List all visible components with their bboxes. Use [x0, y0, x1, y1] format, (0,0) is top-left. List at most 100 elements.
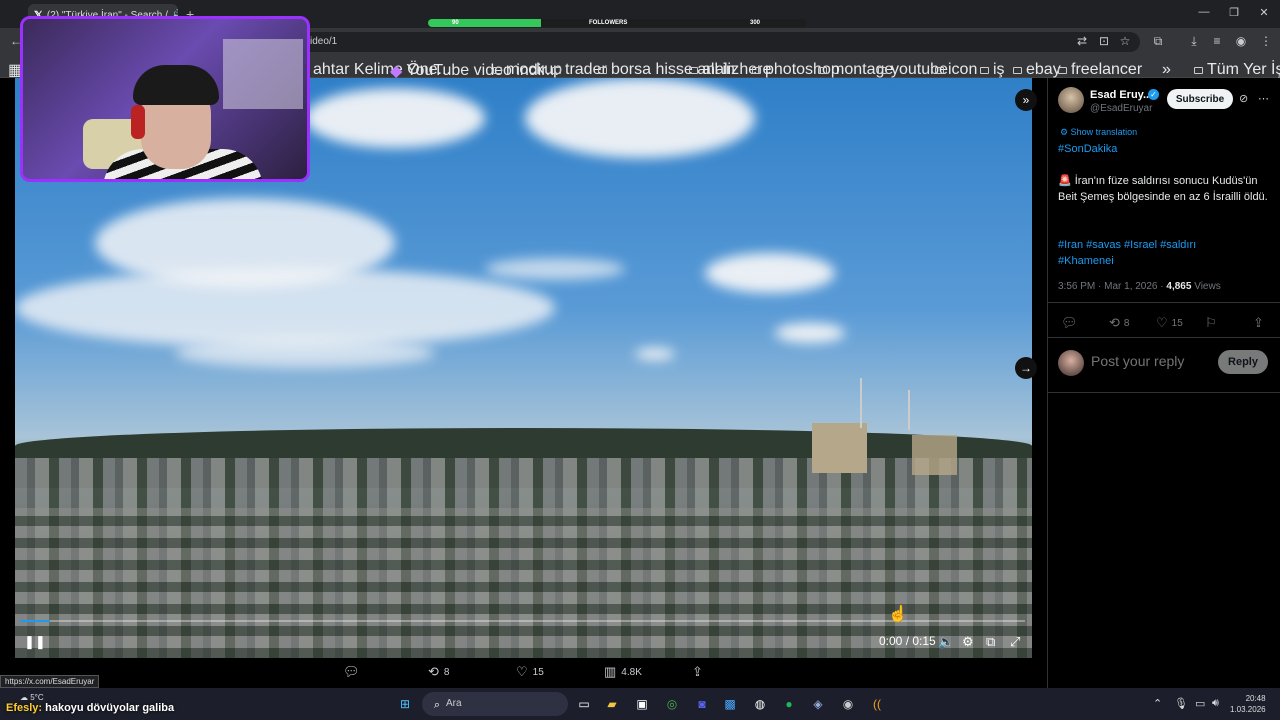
divider [1047, 392, 1280, 393]
hashtag-links[interactable]: #Iran #savas #Israel #saldırı [1058, 237, 1273, 253]
spotify-icon[interactable]: ● [779, 694, 799, 714]
share-icon: ⇪ [1253, 315, 1264, 330]
folder-icon [935, 66, 944, 74]
folder-icon [493, 66, 502, 74]
hashtag-link[interactable]: #Khamenei [1058, 253, 1273, 269]
bookmark-folder[interactable]: icon [935, 61, 977, 79]
fullscreen-icon[interactable]: ⤢ [1010, 634, 1020, 650]
menu-icon[interactable]: ⋮ [1258, 34, 1274, 48]
tower-building [812, 423, 867, 473]
divider [1047, 337, 1280, 338]
all-bookmarks-folder[interactable]: Tüm Yer İşaretleri [1194, 61, 1280, 79]
settings-gear-icon[interactable]: ⚙ [962, 634, 974, 650]
file-explorer-icon[interactable]: ▰ [602, 694, 622, 714]
reply-button[interactable]: Reply [1218, 350, 1268, 374]
author-name[interactable]: Esad Eruy... [1090, 89, 1152, 101]
mouse-cursor-icon: ☝ [888, 606, 908, 623]
video-timecode: 0:00 / 0:15 [879, 634, 936, 648]
folder-icon [1194, 66, 1203, 74]
bookmark-folder[interactable]: iş [980, 61, 1005, 79]
repost-icon: ⟲ [1109, 315, 1120, 330]
tweet-meta: 3:56 PM · Mar 1, 2026 · 4,865 Views [1058, 281, 1221, 292]
tweet-reply-button[interactable]: 💬︎ [1061, 315, 1078, 331]
bar-chart-icon: ▥ [604, 664, 617, 679]
background-shelf [223, 39, 303, 109]
collapse-panel-icon[interactable]: » [1015, 89, 1037, 111]
repost-action[interactable]: ⟲ 8 [428, 664, 449, 680]
task-view-icon[interactable]: ▭ [574, 694, 594, 714]
weather-widget[interactable]: ☁ 5°C [20, 693, 44, 702]
translate-icon[interactable]: ⇄ [1074, 34, 1090, 48]
folder-icon [1013, 66, 1022, 74]
download-icon[interactable]: ⤓ [1186, 34, 1202, 49]
cloud [775, 323, 845, 343]
like-action[interactable]: ♡ 15 [516, 664, 544, 680]
cloud [705, 253, 835, 293]
stream-goal-right-count: 300 [750, 20, 761, 26]
share-action[interactable]: ⇪ [692, 664, 703, 680]
taskbar-clock[interactable]: 20:48 1.03.2026 [1230, 693, 1266, 715]
extensions-icon[interactable]: ⧉ [1150, 34, 1166, 49]
author-avatar[interactable] [1058, 87, 1084, 113]
bookmarks-overflow-icon[interactable]: » [1162, 61, 1171, 79]
folder-icon [1058, 66, 1067, 74]
weather-icon: ☁ [20, 693, 28, 702]
chrome-icon[interactable]: ◎ [662, 694, 682, 714]
microphone-icon[interactable]: 🎙︎ [1174, 697, 1188, 710]
photos-icon[interactable]: ▩ [720, 694, 740, 714]
tray-overflow-icon[interactable]: ⌃ [1153, 697, 1162, 710]
window-close-icon[interactable]: ✕ [1256, 6, 1272, 19]
subscribe-button[interactable]: Subscribe [1167, 89, 1233, 109]
cloud [485, 258, 625, 280]
steam-icon[interactable]: ◍ [750, 694, 770, 714]
repost-icon: ⟲ [428, 664, 439, 679]
hair [133, 65, 219, 105]
verified-badge-icon: ✓ [1148, 89, 1159, 100]
views-action[interactable]: ▥ 4.8K [604, 664, 642, 680]
folder-icon [752, 66, 761, 74]
install-icon[interactable]: ⊡ [1096, 34, 1112, 48]
grok-icon[interactable]: ⊘ [1239, 92, 1248, 105]
app-icon[interactable]: ◈ [808, 694, 828, 714]
cloud [15, 268, 555, 348]
tweet-repost-button[interactable]: ⟲ 8 [1109, 315, 1129, 331]
stream-goal-left-count: 90 [452, 20, 459, 26]
bookmark-folder[interactable]: ebay [1013, 61, 1061, 79]
media-queue-icon[interactable]: ≡ [1209, 34, 1225, 48]
divider [1047, 302, 1280, 303]
tweet-like-button[interactable]: ♡ 15 [1156, 315, 1183, 331]
obs-icon[interactable]: ◉ [838, 694, 858, 714]
pause-icon[interactable]: ❚❚ [24, 634, 46, 650]
author-handle[interactable]: @EsadEruyar [1090, 103, 1152, 114]
video-progress-fill [20, 620, 51, 622]
headphones [131, 105, 145, 139]
store-icon[interactable]: ▣ [632, 694, 652, 714]
tweet-bookmark-button[interactable]: ⚐ [1205, 315, 1217, 331]
hashtag-link[interactable]: #SonDakika [1058, 141, 1273, 157]
profile-icon[interactable]: ◉ [1233, 34, 1249, 48]
bookmark-folder[interactable]: freelancer [1058, 61, 1142, 79]
broadcast-icon[interactable]: (( [867, 694, 887, 714]
display-icon[interactable]: ▭ [1195, 697, 1205, 710]
speaker-icon[interactable]: 🔊︎ [1212, 697, 1219, 710]
next-media-icon[interactable]: → [1015, 357, 1037, 379]
windows-start-icon[interactable]: ⊞ [395, 694, 415, 714]
tweet-share-button[interactable]: ⇪ [1253, 315, 1264, 331]
stream-chat-message: Efesly: hakoyu dövüyolar galiba [6, 702, 175, 714]
more-options-icon[interactable]: ⋯ [1258, 92, 1269, 105]
tweet-panel [1047, 78, 1280, 688]
volume-icon[interactable]: 🔈 [938, 634, 954, 650]
show-translation-link[interactable]: ⚙ Show translation [1060, 127, 1137, 138]
heart-icon: ♡ [1156, 315, 1168, 330]
discord-icon[interactable]: ◙ [692, 694, 712, 714]
minimize-icon[interactable]: — [1196, 6, 1212, 18]
maximize-icon[interactable]: ❐ [1226, 6, 1242, 19]
bookmark-star-icon[interactable]: ☆ [1117, 34, 1133, 48]
status-url: https://x.com/EsadEruyar [0, 675, 100, 688]
video-progress-bar[interactable] [20, 620, 1025, 622]
search-icon: ⌕ [433, 699, 441, 711]
picture-in-picture-icon[interactable]: ⧉ [986, 634, 995, 650]
tower-building [912, 435, 957, 475]
reply-action[interactable]: 💬︎ [343, 664, 360, 680]
reply-input[interactable] [1091, 353, 1211, 369]
